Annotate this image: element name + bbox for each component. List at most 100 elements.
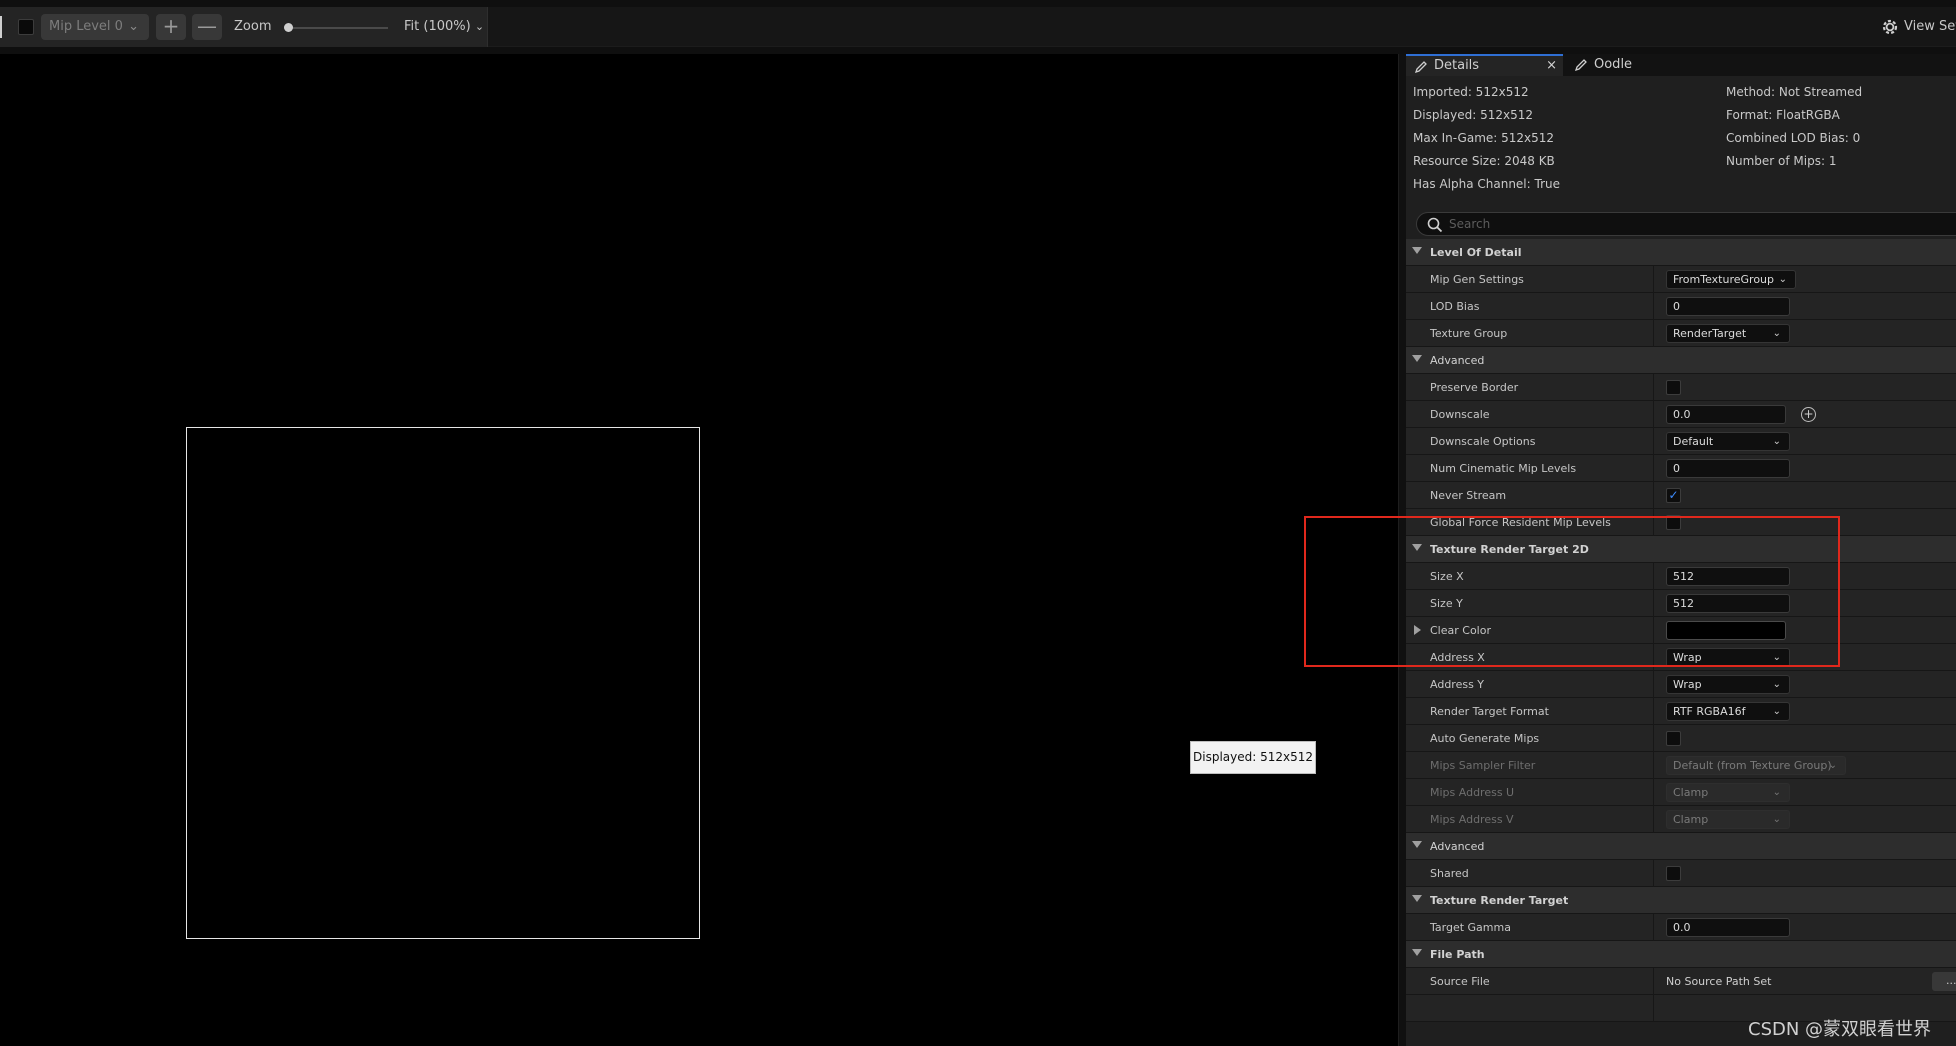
row-mip-gen-settings: Mip Gen Settings FromTextureGroup ⌄ <box>1406 266 1956 293</box>
zoom-in-button[interactable]: + <box>156 14 186 40</box>
section-label: Advanced <box>1430 354 1485 367</box>
tab-details-label: Details <box>1434 58 1480 73</box>
zoom-slider[interactable] <box>284 23 388 32</box>
chevron-down-icon: ⌄ <box>1772 679 1781 690</box>
downscale-options-dropdown[interactable]: Default ⌄ <box>1666 432 1790 451</box>
zoom-out-button[interactable]: — <box>192 14 222 40</box>
toolbar-spacer <box>488 7 1956 47</box>
row-source-file: Source File No Source Path Set ... <box>1406 968 1956 995</box>
preserve-border-checkbox[interactable] <box>1666 380 1681 395</box>
property-label: Auto Generate Mips <box>1430 732 1540 745</box>
dropdown-value: RenderTarget <box>1673 327 1747 340</box>
section-texture-render-target[interactable]: Texture Render Target <box>1406 887 1956 914</box>
column-divider <box>1653 914 1654 941</box>
section-texture-render-target-2d[interactable]: Texture Render Target 2D <box>1406 536 1956 563</box>
section-advanced-2[interactable]: Advanced <box>1406 833 1956 860</box>
section-label: File Path <box>1430 948 1485 961</box>
clear-color-swatch[interactable] <box>1666 621 1786 640</box>
column-divider <box>1653 266 1654 293</box>
info-max-in-game: Max In-Game: 512x512 <box>1413 131 1555 145</box>
auto-generate-mips-checkbox[interactable] <box>1666 731 1681 746</box>
property-label: Clear Color <box>1430 624 1491 637</box>
view-settings-button[interactable]: View Set <box>1904 19 1956 34</box>
caret-down-icon[interactable] <box>1412 247 1422 254</box>
row-downscale: Downscale 0.0 + <box>1406 401 1956 428</box>
section-file-path[interactable]: File Path <box>1406 941 1956 968</box>
never-stream-checkbox[interactable]: ✓ <box>1666 488 1681 503</box>
row-global-force-resident-mip-levels: Global Force Resident Mip Levels <box>1406 509 1956 536</box>
browse-button[interactable]: ... <box>1932 972 1956 991</box>
row-clear-color: Clear Color <box>1406 617 1956 644</box>
column-divider <box>1653 509 1654 536</box>
address-x-dropdown[interactable]: Wrap ⌄ <box>1666 648 1790 667</box>
property-label: Shared <box>1430 867 1469 880</box>
column-divider <box>1653 671 1654 698</box>
row-size-y: Size Y 512 <box>1406 590 1956 617</box>
zoom-label: Zoom <box>234 19 272 34</box>
dropdown-value: Wrap <box>1673 651 1702 664</box>
target-gamma-input[interactable]: 0.0 <box>1666 918 1790 937</box>
gear-icon[interactable] <box>1880 17 1900 37</box>
chevron-down-icon: ⌄ <box>1772 436 1781 447</box>
mip-level-dropdown[interactable]: Mip Level 0 ⌄ <box>41 14 149 40</box>
add-icon[interactable]: + <box>1801 407 1816 422</box>
num-cinematic-mip-levels-input[interactable]: 0 <box>1666 459 1790 478</box>
render-target-format-dropdown[interactable]: RTF RGBA16f ⌄ <box>1666 702 1790 721</box>
mip-level-label: Mip Level 0 <box>49 19 123 34</box>
property-label: Never Stream <box>1430 489 1507 502</box>
tab-details[interactable]: Details × <box>1406 54 1563 76</box>
caret-down-icon[interactable] <box>1412 895 1422 902</box>
tab-oodle[interactable]: Oodle <box>1566 54 1676 76</box>
size-y-input[interactable]: 512 <box>1666 594 1790 613</box>
search-input[interactable] <box>1449 215 1949 233</box>
row-mips-sampler-filter: Mips Sampler Filter Default (from Textur… <box>1406 752 1956 779</box>
property-label: Num Cinematic Mip Levels <box>1430 462 1577 475</box>
close-icon[interactable]: × <box>1546 56 1557 76</box>
dropdown-value: Default (from Texture Group) <box>1673 759 1832 772</box>
viewer-toolbar: Mip Level 0 ⌄ + — Zoom Fit (100%) ⌄ View… <box>0 0 1956 54</box>
row-shared: Shared <box>1406 860 1956 887</box>
global-force-resident-checkbox[interactable] <box>1666 515 1681 530</box>
chevron-down-icon: ⌄ <box>1772 814 1781 825</box>
downscale-input[interactable]: 0.0 <box>1666 405 1786 424</box>
row-never-stream: Never Stream ✓ <box>1406 482 1956 509</box>
row-size-x: Size X 512 <box>1406 563 1956 590</box>
size-x-input[interactable]: 512 <box>1666 567 1790 586</box>
panel-splitter[interactable] <box>1398 54 1406 1046</box>
displayed-size-tooltip: Displayed: 512x512 <box>1190 741 1316 774</box>
lod-bias-input[interactable]: 0 <box>1666 297 1790 316</box>
shared-checkbox[interactable] <box>1666 866 1681 881</box>
chevron-down-icon: ⌄ <box>1772 787 1781 798</box>
column-divider <box>1653 725 1654 752</box>
property-label: Preserve Border <box>1430 381 1519 394</box>
caret-down-icon[interactable] <box>1412 544 1422 551</box>
plus-icon: + <box>162 14 180 38</box>
zoom-slider-handle[interactable] <box>284 23 293 32</box>
info-format: Format: FloatRGBA <box>1726 108 1840 122</box>
caret-right-icon[interactable] <box>1414 625 1421 635</box>
address-y-dropdown[interactable]: Wrap ⌄ <box>1666 675 1790 694</box>
section-label: Texture Render Target 2D <box>1430 543 1589 556</box>
row-mips-address-u: Mips Address U Clamp ⌄ <box>1406 779 1956 806</box>
caret-down-icon[interactable] <box>1412 355 1422 362</box>
chevron-down-icon: ⌄ <box>128 19 139 34</box>
property-label: Source File <box>1430 975 1490 988</box>
caret-down-icon[interactable] <box>1412 949 1422 956</box>
fit-zoom-dropdown[interactable]: Fit (100%) ⌄ <box>404 19 484 34</box>
texture-group-dropdown[interactable]: RenderTarget ⌄ <box>1666 324 1790 343</box>
info-has-alpha: Has Alpha Channel: True <box>1413 177 1560 191</box>
caret-down-icon[interactable] <box>1412 841 1422 848</box>
column-divider <box>1653 455 1654 482</box>
column-divider <box>1653 644 1654 671</box>
column-divider <box>1653 401 1654 428</box>
mip-gen-settings-dropdown[interactable]: FromTextureGroup ⌄ <box>1666 270 1796 289</box>
info-displayed: Displayed: 512x512 <box>1413 108 1533 122</box>
section-level-of-detail[interactable]: Level Of Detail <box>1406 239 1956 266</box>
channel-toggle-checkbox[interactable] <box>18 19 34 35</box>
info-num-mips: Number of Mips: 1 <box>1726 154 1837 168</box>
row-address-y: Address Y Wrap ⌄ <box>1406 671 1956 698</box>
column-divider <box>1653 995 1654 1022</box>
fit-zoom-label: Fit (100%) <box>404 19 471 34</box>
column-divider <box>1653 860 1654 887</box>
section-advanced[interactable]: Advanced <box>1406 347 1956 374</box>
